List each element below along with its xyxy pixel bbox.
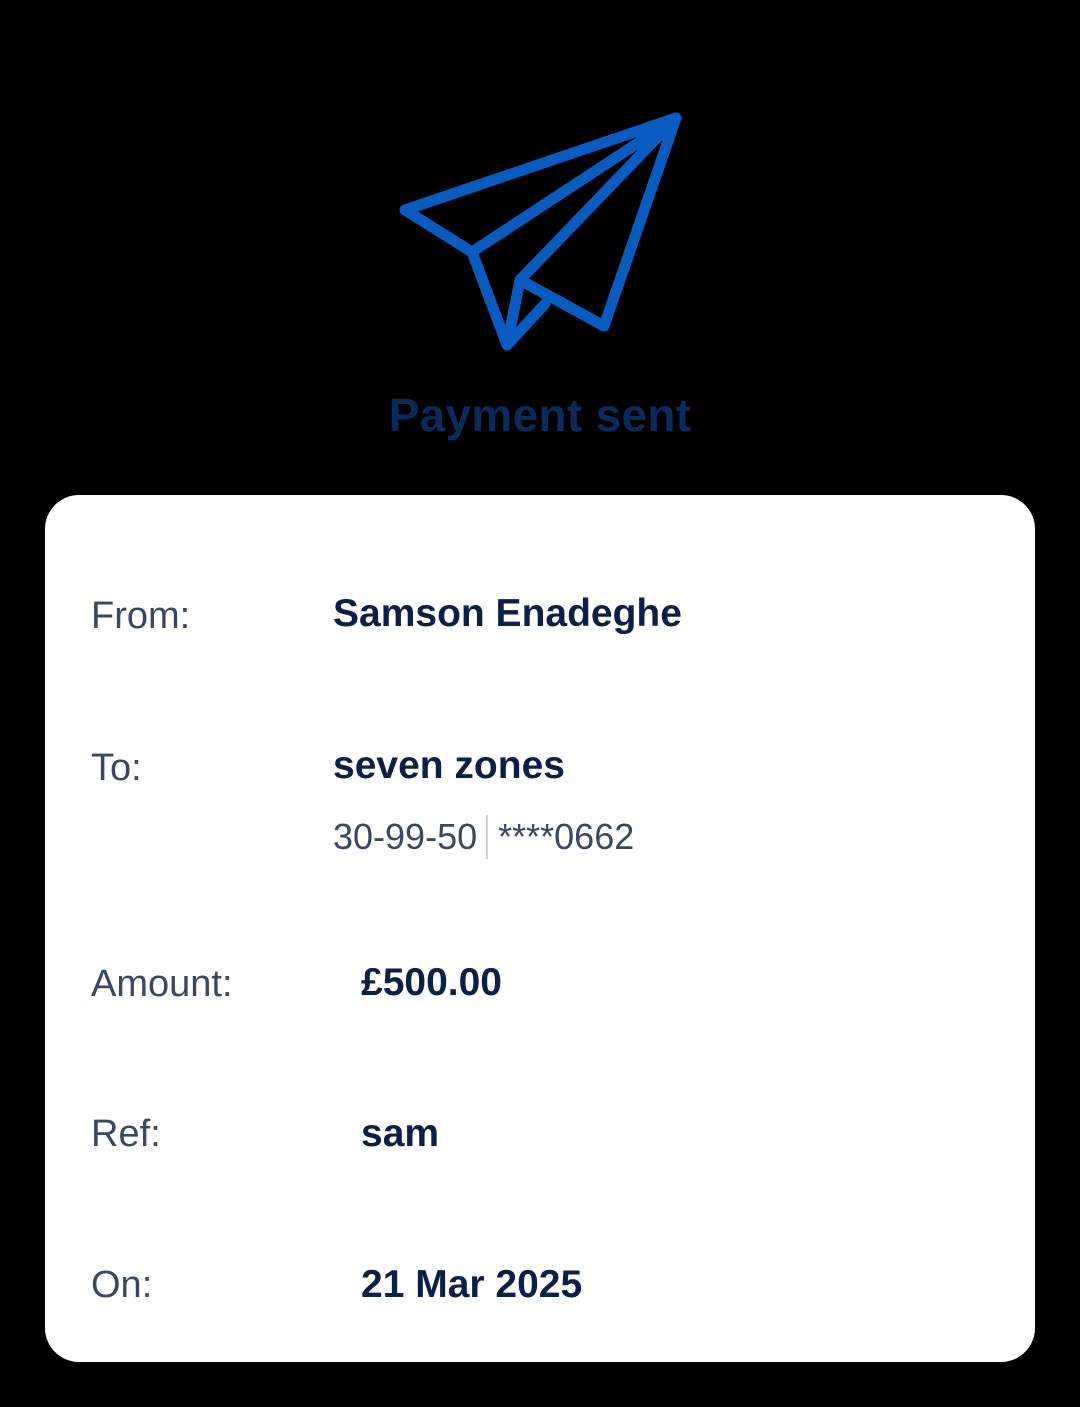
- date-value: 21 Mar 2025: [361, 1263, 583, 1306]
- to-label: To:: [91, 747, 142, 789]
- page-title: Payment sent: [388, 389, 692, 441]
- from-value: Samson Enadeghe: [333, 592, 682, 635]
- ref-value: sam: [361, 1112, 440, 1155]
- account-details: 30-99-50 ****0662: [333, 815, 634, 859]
- account-divider: [486, 815, 489, 859]
- from-label: From:: [91, 595, 191, 637]
- date-label: On:: [91, 1264, 153, 1306]
- ref-label: Ref:: [91, 1113, 161, 1155]
- payment-details-card: From: Samson Enadeghe To: seven zones 30…: [45, 495, 1035, 1362]
- amount-label: Amount:: [91, 963, 233, 1005]
- account-number: ****0662: [498, 816, 635, 857]
- amount-value: £500.00: [361, 961, 502, 1004]
- paper-plane-icon: [399, 112, 682, 351]
- sort-code: 30-99-50: [333, 816, 478, 857]
- to-value: seven zones: [333, 744, 565, 787]
